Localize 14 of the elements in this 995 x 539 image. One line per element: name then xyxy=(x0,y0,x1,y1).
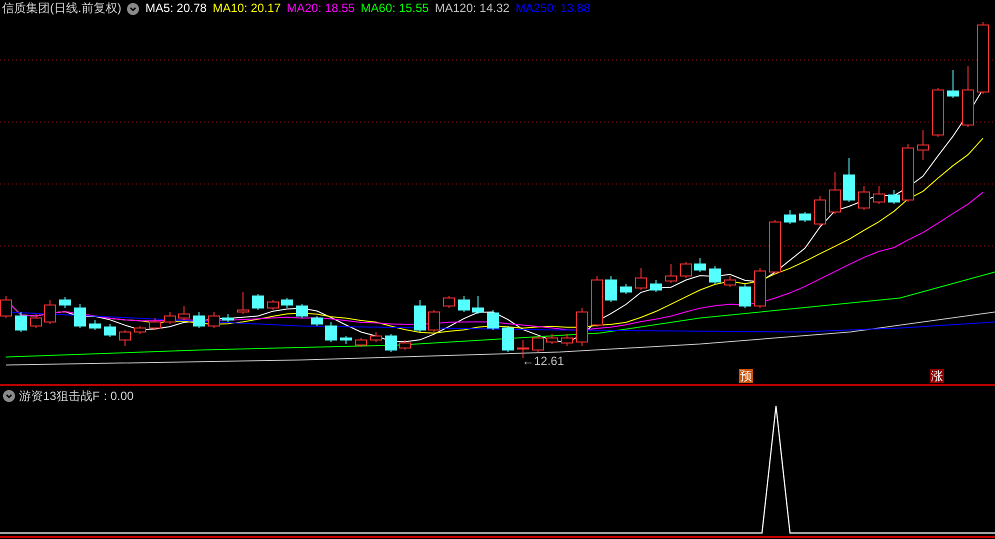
moving-average-label: MA5: 20.78 xyxy=(145,0,207,17)
moving-average-label: MA20: 18.55 xyxy=(286,0,355,17)
signal-marker: 预 xyxy=(739,369,753,383)
signal-marker: 涨 xyxy=(930,369,944,383)
moving-average-label: MA60: 15.55 xyxy=(360,0,429,17)
dropdown-icon[interactable] xyxy=(127,2,140,14)
low-price-label: ←12.61 xyxy=(522,354,564,368)
stock-title: 信质集团(日线.前复权) xyxy=(2,0,122,17)
indicator-name: 游资13狙击战F xyxy=(19,388,100,404)
moving-average-label: MA10: 20.17 xyxy=(212,0,281,17)
moving-average-label: MA120: 14.32 xyxy=(434,0,510,17)
indicator-value: : 0.00 xyxy=(104,388,134,404)
moving-average-label: MA250: 13.88 xyxy=(516,0,590,17)
dropdown-icon[interactable] xyxy=(3,390,15,402)
